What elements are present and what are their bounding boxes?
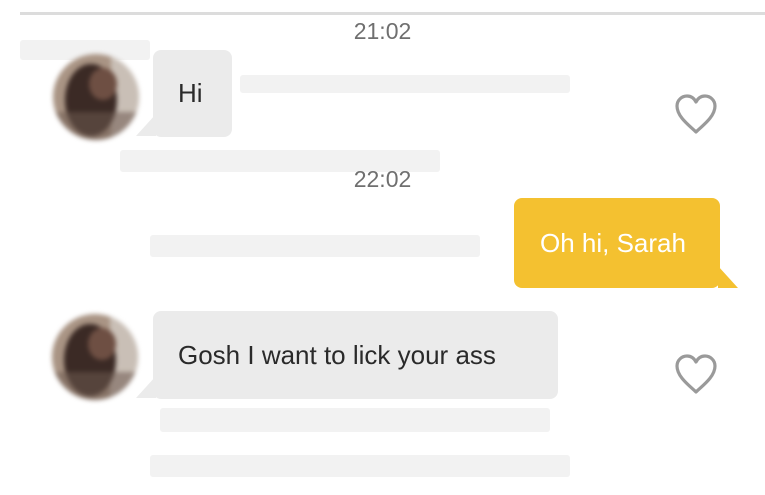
contact-photo — [53, 54, 139, 140]
header-divider — [20, 12, 765, 15]
message-text: Oh hi, Sarah — [540, 227, 686, 258]
contact-photo — [52, 314, 138, 400]
background-ghost-text — [240, 75, 570, 93]
incoming-message-bubble[interactable]: Gosh I want to lick your ass — [153, 311, 558, 399]
background-ghost-text — [150, 455, 570, 477]
incoming-message-bubble[interactable]: Hi — [153, 50, 232, 137]
message-timestamp: 21:02 — [353, 18, 412, 44]
message-timestamp: 22:02 — [353, 166, 412, 192]
message-text: Hi — [178, 78, 203, 108]
background-ghost-text — [150, 235, 480, 257]
like-heart-icon[interactable] — [673, 353, 719, 395]
outgoing-message-bubble[interactable]: Oh hi, Sarah — [514, 198, 720, 288]
contact-avatar[interactable] — [53, 54, 139, 140]
contact-avatar[interactable] — [52, 314, 138, 400]
background-ghost-text — [160, 408, 550, 432]
like-heart-icon[interactable] — [673, 93, 719, 135]
message-text: Gosh I want to lick your ass — [178, 339, 496, 370]
outgoing-bubble-tail — [718, 266, 738, 288]
